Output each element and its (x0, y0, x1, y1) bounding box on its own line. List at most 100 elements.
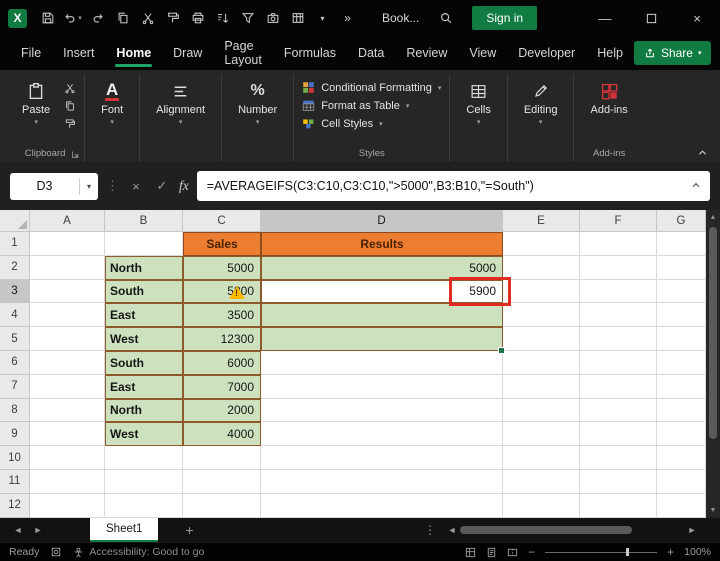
cell-F11[interactable] (580, 469, 657, 494)
row-header-3[interactable]: 3 (0, 279, 30, 304)
cell-D4[interactable] (261, 303, 503, 328)
tab-file[interactable]: File (10, 36, 52, 70)
cell-B7[interactable]: East (105, 374, 183, 399)
name-box[interactable]: D3 ▾ (10, 172, 98, 200)
cell-A6[interactable] (30, 350, 105, 375)
cell-C5[interactable]: 12300 (183, 327, 261, 351)
cell-B12[interactable] (105, 493, 183, 518)
cell-C10[interactable] (183, 446, 261, 470)
macro-record-icon[interactable] (51, 547, 61, 557)
cell-G5[interactable] (657, 327, 706, 351)
row-header-1[interactable]: 1 (0, 232, 30, 256)
cell-F9[interactable] (580, 422, 657, 447)
expand-formula-bar-icon[interactable] (691, 180, 701, 190)
cell-A9[interactable] (30, 422, 105, 447)
column-header-B[interactable]: B (105, 210, 183, 232)
cell-B4[interactable]: East (105, 303, 183, 328)
cell-B8[interactable]: North (105, 398, 183, 423)
cells-button[interactable]: Cells ▾ (458, 78, 498, 128)
column-header-G[interactable]: G (657, 210, 706, 232)
column-header-D[interactable]: D (261, 210, 503, 232)
font-button[interactable]: A Font ▾ (93, 78, 131, 128)
row-header-11[interactable]: 11 (0, 469, 30, 494)
cell-E10[interactable] (503, 446, 580, 470)
cell-G6[interactable] (657, 350, 706, 375)
cell-F8[interactable] (580, 398, 657, 423)
column-header-F[interactable]: F (580, 210, 657, 232)
paste-button[interactable]: Paste ▾ (14, 78, 58, 128)
cell-C9[interactable]: 4000 (183, 422, 261, 447)
cell-E4[interactable] (503, 303, 580, 328)
vertical-scrollbar[interactable]: ▲ ▼ (706, 210, 720, 518)
cell-D1[interactable]: Results (261, 232, 503, 256)
cell-E11[interactable] (503, 469, 580, 494)
cell-B6[interactable]: South (105, 350, 183, 375)
addins-button[interactable]: Add-ins (582, 78, 635, 118)
scroll-right-icon[interactable]: ► (684, 525, 700, 535)
formula-input[interactable] (196, 171, 710, 201)
cancel-icon[interactable]: × (127, 179, 145, 194)
cell-A12[interactable] (30, 493, 105, 518)
cut-icon[interactable] (64, 82, 76, 94)
column-header-E[interactable]: E (503, 210, 580, 232)
scrollbar-options-icon[interactable]: ⋮ (416, 523, 444, 537)
cell-G9[interactable] (657, 422, 706, 447)
format-painter-icon[interactable] (64, 118, 76, 130)
tab-formulas[interactable]: Formulas (273, 36, 347, 70)
cell-A10[interactable] (30, 446, 105, 470)
cell-B10[interactable] (105, 446, 183, 470)
redo-icon[interactable] (85, 5, 110, 31)
cell-F1[interactable] (580, 232, 657, 256)
accessibility-icon[interactable]: Accessibility: Good to go (73, 546, 204, 558)
cell-D10[interactable] (261, 446, 503, 470)
new-sheet-button[interactable]: + (174, 522, 204, 538)
cell-F4[interactable] (580, 303, 657, 328)
more-commands-icon[interactable]: » (335, 5, 360, 31)
sign-in-button[interactable]: Sign in (472, 6, 538, 30)
cell-C11[interactable] (183, 469, 261, 494)
cell-A3[interactable] (30, 279, 105, 304)
sheet-tab-sheet1[interactable]: Sheet1 (90, 518, 159, 542)
zoom-level[interactable]: 100% (684, 546, 711, 558)
cell-E6[interactable] (503, 350, 580, 375)
clipboard-dialog-launcher-icon[interactable] (71, 150, 80, 159)
tab-developer[interactable]: Developer (507, 36, 586, 70)
minimize-button[interactable]: — (582, 0, 628, 36)
scroll-up-icon[interactable]: ▲ (710, 210, 717, 225)
next-sheet-icon[interactable]: ► (28, 525, 48, 535)
copy-icon[interactable] (64, 100, 76, 112)
cell-G8[interactable] (657, 398, 706, 423)
conditional-formatting-button[interactable]: Conditional Formatting ▾ (302, 81, 441, 94)
cell-D8[interactable] (261, 398, 503, 423)
insert-function-button[interactable]: fx (179, 178, 189, 194)
horizontal-scrollbar-thumb[interactable] (460, 526, 632, 534)
error-warning-icon[interactable] (229, 285, 245, 299)
row-header-2[interactable]: 2 (0, 255, 30, 280)
cell-B2[interactable]: North (105, 255, 183, 280)
fill-handle[interactable] (498, 347, 505, 354)
undo-icon[interactable]: ▾ (60, 5, 85, 31)
tab-insert[interactable]: Insert (52, 36, 105, 70)
cell-B3[interactable]: South (105, 279, 183, 304)
editing-button[interactable]: Editing ▾ (516, 78, 566, 128)
quick-print-icon[interactable] (185, 5, 210, 31)
cell-A4[interactable] (30, 303, 105, 328)
cell-D9[interactable] (261, 422, 503, 447)
zoom-out-button[interactable]: − (528, 545, 535, 559)
cell-G4[interactable] (657, 303, 706, 328)
sort-ascending-icon[interactable] (210, 5, 235, 31)
cell-B11[interactable] (105, 469, 183, 494)
cell-D6[interactable] (261, 350, 503, 375)
cell-C4[interactable]: 3500 (183, 303, 261, 328)
cell-F5[interactable] (580, 327, 657, 351)
cell-D3[interactable]: 5900 (261, 279, 503, 304)
vertical-scrollbar-thumb[interactable] (709, 227, 717, 439)
row-header-8[interactable]: 8 (0, 398, 30, 423)
cell-F3[interactable] (580, 279, 657, 304)
cut-icon[interactable] (135, 5, 160, 31)
cell-C1[interactable]: Sales (183, 232, 261, 256)
cell-G11[interactable] (657, 469, 706, 494)
number-button[interactable]: % Number ▾ (230, 78, 285, 128)
cell-D5[interactable] (261, 327, 503, 351)
scroll-down-icon[interactable]: ▼ (710, 503, 717, 518)
